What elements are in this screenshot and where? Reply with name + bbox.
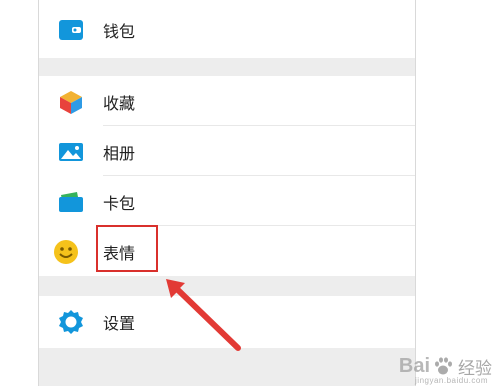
watermark-brand-suffix: 经验 (458, 358, 492, 378)
menu-group-settings: 设置 (39, 296, 415, 348)
menu-item-label: 设置 (103, 314, 136, 333)
screenshot-frame: 钱包 收藏 相册 卡包 表情 设置 Bai 经验 jingyan.baidu.c… (0, 0, 500, 386)
menu-item-cards[interactable]: 卡包 (39, 176, 415, 228)
menu-item-label: 卡包 (103, 194, 136, 213)
photo-icon (58, 139, 84, 165)
menu-item-settings[interactable]: 设置 (39, 296, 415, 348)
card-icon (58, 189, 84, 215)
smiley-icon (53, 239, 79, 265)
menu-item-favorites[interactable]: 收藏 (39, 76, 415, 128)
wechat-me-page: 钱包 收藏 相册 卡包 表情 设置 (38, 0, 416, 386)
gear-icon (58, 309, 84, 335)
menu-item-label: 收藏 (103, 94, 136, 113)
menu-item-label: 相册 (103, 144, 136, 163)
cube-icon (58, 89, 84, 115)
watermark-brand: Bai (398, 354, 430, 377)
paw-icon (432, 355, 454, 377)
highlight-box (96, 225, 158, 272)
watermark-site: jingyan.baidu.com (415, 376, 488, 385)
baidu-watermark: Bai 经验 jingyan.baidu.com (398, 354, 492, 386)
menu-item-album[interactable]: 相册 (39, 126, 415, 178)
menu-group-wallet: 钱包 (39, 0, 415, 58)
menu-item-label: 钱包 (103, 22, 136, 41)
menu-item-wallet[interactable]: 钱包 (39, 4, 415, 56)
wallet-icon (58, 17, 84, 43)
